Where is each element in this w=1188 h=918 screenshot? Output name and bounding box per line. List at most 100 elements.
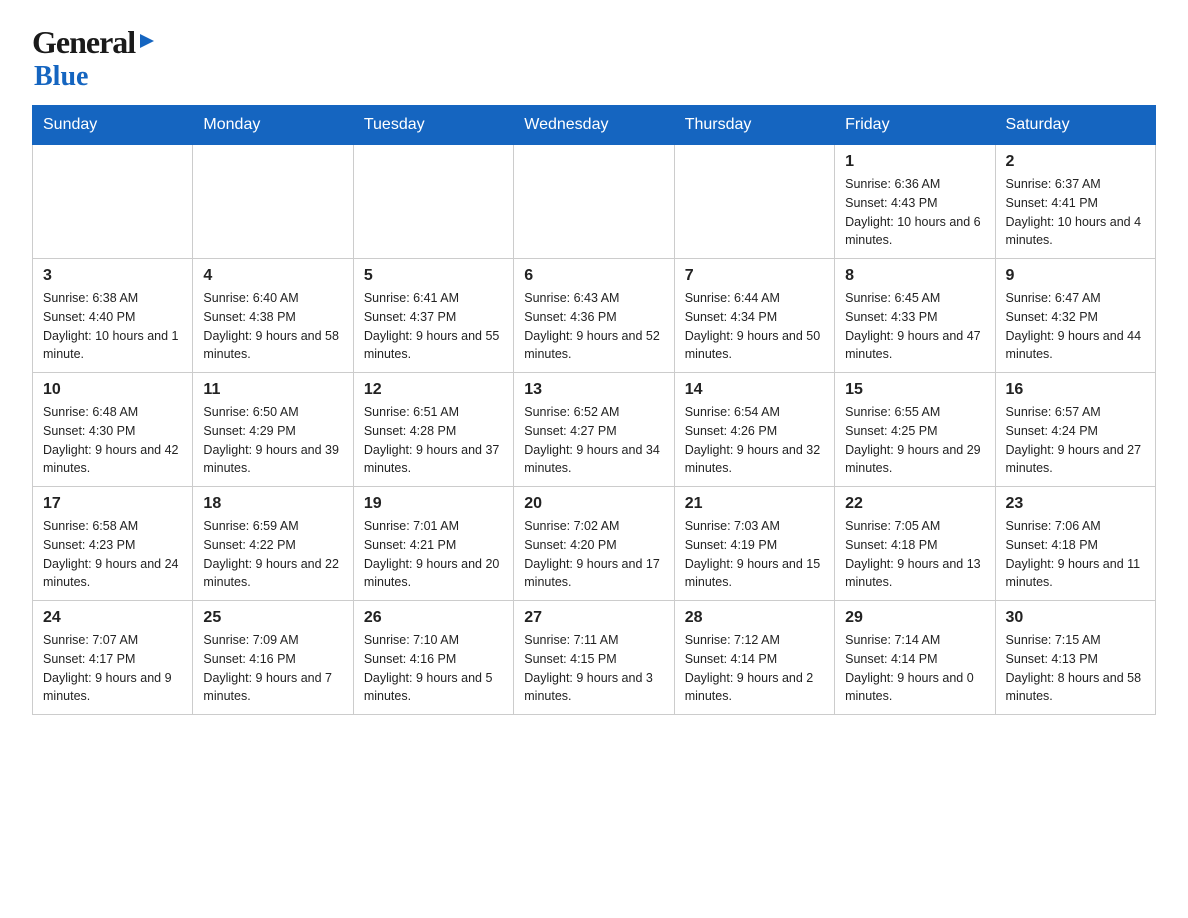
day-info: Sunrise: 7:02 AMSunset: 4:20 PMDaylight:… [524, 517, 663, 592]
day-number: 30 [1006, 609, 1145, 627]
day-info: Sunrise: 6:51 AMSunset: 4:28 PMDaylight:… [364, 403, 503, 478]
calendar-cell: 12 Sunrise: 6:51 AMSunset: 4:28 PMDayligh… [353, 373, 513, 487]
calendar-cell [674, 145, 834, 259]
day-info: Sunrise: 6:59 AMSunset: 4:22 PMDaylight:… [203, 517, 342, 592]
calendar-cell: 29 Sunrise: 7:14 AMSunset: 4:14 PMDayligh… [835, 601, 995, 715]
calendar-cell [33, 145, 193, 259]
day-number: 22 [845, 495, 984, 513]
day-info: Sunrise: 7:03 AMSunset: 4:19 PMDaylight:… [685, 517, 824, 592]
calendar-cell: 30 Sunrise: 7:15 AMSunset: 4:13 PMDayligh… [995, 601, 1155, 715]
calendar-week-2: 3 Sunrise: 6:38 AMSunset: 4:40 PMDaylight… [33, 259, 1156, 373]
calendar-cell [193, 145, 353, 259]
calendar-body: 1 Sunrise: 6:36 AMSunset: 4:43 PMDaylight… [33, 145, 1156, 715]
calendar-table: SundayMondayTuesdayWednesdayThursdayFrid… [32, 105, 1156, 715]
day-number: 9 [1006, 267, 1145, 285]
weekday-header-row: SundayMondayTuesdayWednesdayThursdayFrid… [33, 106, 1156, 145]
day-number: 5 [364, 267, 503, 285]
calendar-cell [353, 145, 513, 259]
calendar-cell: 7 Sunrise: 6:44 AMSunset: 4:34 PMDaylight… [674, 259, 834, 373]
day-number: 26 [364, 609, 503, 627]
weekday-header-sunday: Sunday [33, 106, 193, 145]
weekday-header-thursday: Thursday [674, 106, 834, 145]
calendar-header: SundayMondayTuesdayWednesdayThursdayFrid… [33, 106, 1156, 145]
day-number: 20 [524, 495, 663, 513]
day-info: Sunrise: 7:09 AMSunset: 4:16 PMDaylight:… [203, 631, 342, 706]
calendar-cell: 11Sunrise: 6:50 AMSunset: 4:29 PMDayligh… [193, 373, 353, 487]
day-number: 19 [364, 495, 503, 513]
day-info: Sunrise: 7:01 AMSunset: 4:21 PMDaylight:… [364, 517, 503, 592]
weekday-header-monday: Monday [193, 106, 353, 145]
calendar-cell: 25Sunrise: 7:09 AMSunset: 4:16 PMDayligh… [193, 601, 353, 715]
logo-blue-text: Blue [34, 61, 88, 92]
calendar-cell: 21 Sunrise: 7:03 AMSunset: 4:19 PMDayligh… [674, 487, 834, 601]
logo: General Blue [32, 24, 158, 93]
calendar-cell [514, 145, 674, 259]
day-number: 27 [524, 609, 663, 627]
day-info: Sunrise: 6:50 AMSunset: 4:29 PMDaylight:… [203, 403, 342, 478]
calendar-cell: 20 Sunrise: 7:02 AMSunset: 4:20 PMDayligh… [514, 487, 674, 601]
calendar-cell: 13Sunrise: 6:52 AMSunset: 4:27 PMDayligh… [514, 373, 674, 487]
day-number: 18 [203, 495, 342, 513]
calendar-cell: 14 Sunrise: 6:54 AMSunset: 4:26 PMDayligh… [674, 373, 834, 487]
day-info: Sunrise: 6:54 AMSunset: 4:26 PMDaylight:… [685, 403, 824, 478]
day-number: 4 [203, 267, 342, 285]
calendar-cell: 28Sunrise: 7:12 AMSunset: 4:14 PMDayligh… [674, 601, 834, 715]
day-info: Sunrise: 7:11 AMSunset: 4:15 PMDaylight:… [524, 631, 663, 706]
day-number: 17 [43, 495, 182, 513]
day-number: 29 [845, 609, 984, 627]
weekday-header-friday: Friday [835, 106, 995, 145]
calendar-week-3: 10Sunrise: 6:48 AMSunset: 4:30 PMDayligh… [33, 373, 1156, 487]
calendar-cell: 8 Sunrise: 6:45 AMSunset: 4:33 PMDaylight… [835, 259, 995, 373]
weekday-header-wednesday: Wednesday [514, 106, 674, 145]
day-number: 1 [845, 153, 984, 171]
day-number: 8 [845, 267, 984, 285]
day-info: Sunrise: 6:57 AMSunset: 4:24 PMDaylight:… [1006, 403, 1145, 478]
weekday-header-tuesday: Tuesday [353, 106, 513, 145]
day-info: Sunrise: 6:52 AMSunset: 4:27 PMDaylight:… [524, 403, 663, 478]
calendar-cell: 26 Sunrise: 7:10 AMSunset: 4:16 PMDayligh… [353, 601, 513, 715]
day-info: Sunrise: 6:55 AMSunset: 4:25 PMDaylight:… [845, 403, 984, 478]
day-info: Sunrise: 7:05 AMSunset: 4:18 PMDaylight:… [845, 517, 984, 592]
day-number: 21 [685, 495, 824, 513]
day-info: Sunrise: 6:45 AMSunset: 4:33 PMDaylight:… [845, 289, 984, 364]
calendar-cell: 22 Sunrise: 7:05 AMSunset: 4:18 PMDayligh… [835, 487, 995, 601]
calendar-cell: 27 Sunrise: 7:11 AMSunset: 4:15 PMDayligh… [514, 601, 674, 715]
day-info: Sunrise: 6:38 AMSunset: 4:40 PMDaylight:… [43, 289, 182, 364]
day-number: 6 [524, 267, 663, 285]
calendar-cell: 6 Sunrise: 6:43 AMSunset: 4:36 PMDaylight… [514, 259, 674, 373]
calendar-cell: 16 Sunrise: 6:57 AMSunset: 4:24 PMDayligh… [995, 373, 1155, 487]
day-info: Sunrise: 7:10 AMSunset: 4:16 PMDaylight:… [364, 631, 503, 706]
calendar-cell: 10Sunrise: 6:48 AMSunset: 4:30 PMDayligh… [33, 373, 193, 487]
day-info: Sunrise: 7:15 AMSunset: 4:13 PMDaylight:… [1006, 631, 1145, 706]
calendar-week-4: 17Sunrise: 6:58 AMSunset: 4:23 PMDayligh… [33, 487, 1156, 601]
day-info: Sunrise: 7:07 AMSunset: 4:17 PMDaylight:… [43, 631, 182, 706]
day-number: 12 [364, 381, 503, 399]
calendar-cell: 17Sunrise: 6:58 AMSunset: 4:23 PMDayligh… [33, 487, 193, 601]
day-info: Sunrise: 6:43 AMSunset: 4:36 PMDaylight:… [524, 289, 663, 364]
calendar-cell: 15Sunrise: 6:55 AMSunset: 4:25 PMDayligh… [835, 373, 995, 487]
day-info: Sunrise: 6:41 AMSunset: 4:37 PMDaylight:… [364, 289, 503, 364]
day-number: 10 [43, 381, 182, 399]
calendar-cell: 3 Sunrise: 6:38 AMSunset: 4:40 PMDaylight… [33, 259, 193, 373]
day-info: Sunrise: 6:36 AMSunset: 4:43 PMDaylight:… [845, 175, 984, 250]
calendar-cell: 24Sunrise: 7:07 AMSunset: 4:17 PMDayligh… [33, 601, 193, 715]
calendar-cell: 18 Sunrise: 6:59 AMSunset: 4:22 PMDayligh… [193, 487, 353, 601]
day-number: 16 [1006, 381, 1145, 399]
day-number: 14 [685, 381, 824, 399]
day-number: 7 [685, 267, 824, 285]
day-number: 3 [43, 267, 182, 285]
day-info: Sunrise: 6:44 AMSunset: 4:34 PMDaylight:… [685, 289, 824, 364]
logo-general-text: General [32, 24, 135, 61]
calendar-cell: 9 Sunrise: 6:47 AMSunset: 4:32 PMDaylight… [995, 259, 1155, 373]
day-info: Sunrise: 6:40 AMSunset: 4:38 PMDaylight:… [203, 289, 342, 364]
page-header: General Blue [32, 24, 1156, 93]
day-number: 2 [1006, 153, 1145, 171]
calendar-cell: 5 Sunrise: 6:41 AMSunset: 4:37 PMDaylight… [353, 259, 513, 373]
weekday-header-saturday: Saturday [995, 106, 1155, 145]
calendar-cell: 19 Sunrise: 7:01 AMSunset: 4:21 PMDayligh… [353, 487, 513, 601]
calendar-cell: 4 Sunrise: 6:40 AMSunset: 4:38 PMDaylight… [193, 259, 353, 373]
day-info: Sunrise: 7:14 AMSunset: 4:14 PMDaylight:… [845, 631, 984, 706]
day-number: 23 [1006, 495, 1145, 513]
calendar-week-1: 1 Sunrise: 6:36 AMSunset: 4:43 PMDaylight… [33, 145, 1156, 259]
day-info: Sunrise: 6:47 AMSunset: 4:32 PMDaylight:… [1006, 289, 1145, 364]
